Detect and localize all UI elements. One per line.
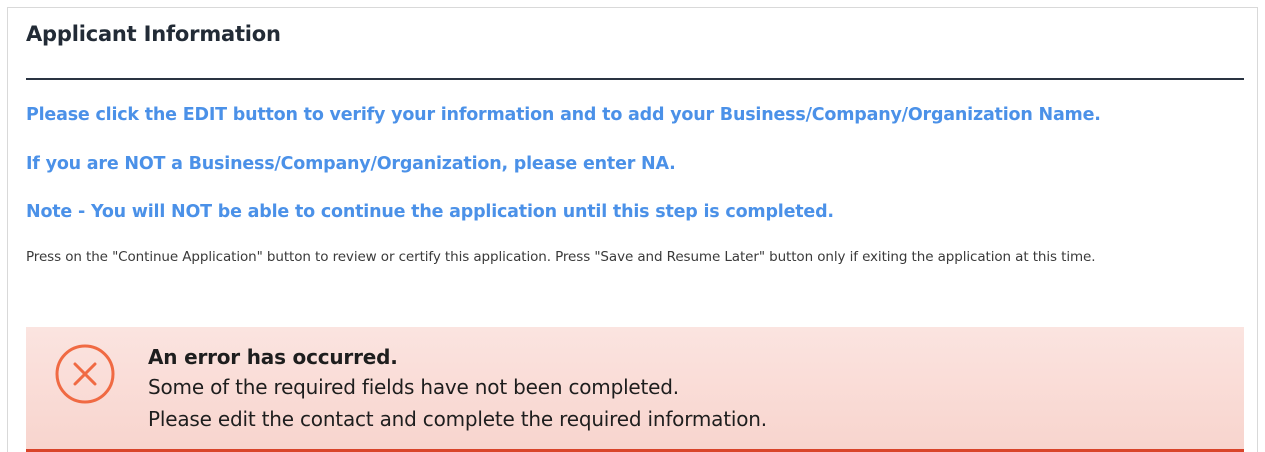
instruction-enter-na: If you are NOT a Business/Company/Organi… xyxy=(26,154,676,174)
error-alert: An error has occurred. Some of the requi… xyxy=(26,327,1244,452)
error-detail-2: Please edit the contact and complete the… xyxy=(148,407,767,431)
error-detail-1: Some of the required fields have not bee… xyxy=(148,375,679,399)
instruction-note: Note - You will NOT be able to continue … xyxy=(26,202,834,222)
title-divider xyxy=(26,78,1244,80)
section-title: Applicant Information xyxy=(26,22,281,46)
error-circle-x-icon xyxy=(55,344,115,404)
instruction-edit-button: Please click the EDIT button to verify y… xyxy=(26,105,1101,125)
error-heading: An error has occurred. xyxy=(148,345,398,369)
continue-help-text: Press on the "Continue Application" butt… xyxy=(26,249,1096,265)
applicant-information-panel: Applicant Information Please click the E… xyxy=(7,7,1258,452)
error-message: An error has occurred. Some of the requi… xyxy=(148,344,767,435)
